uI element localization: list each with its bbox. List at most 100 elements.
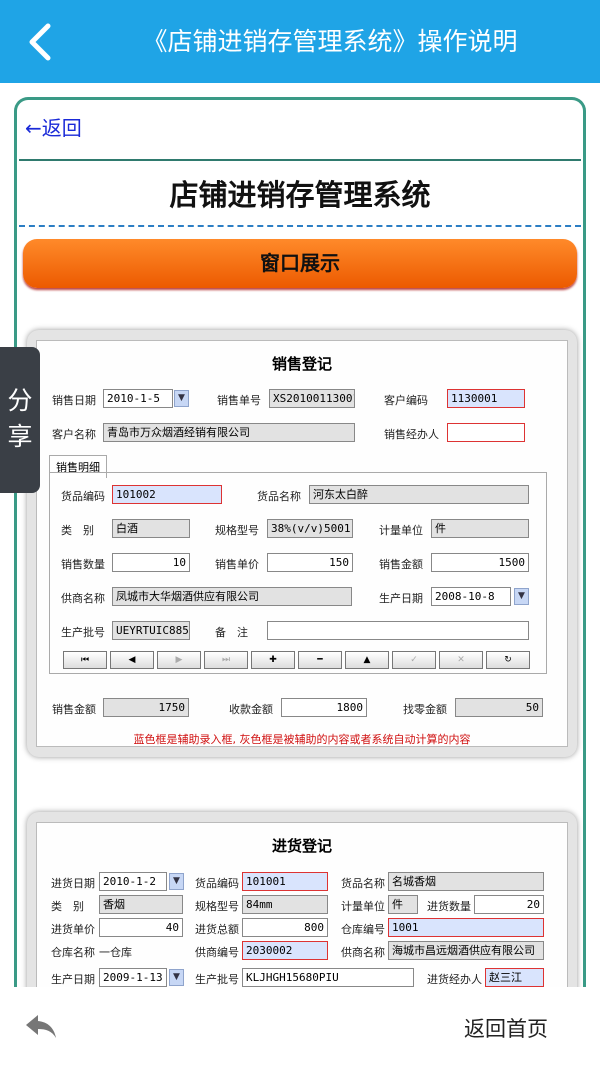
amount-field[interactable]: 1500 bbox=[431, 553, 529, 572]
goods-name-field[interactable]: 河东太白醉 bbox=[309, 485, 529, 504]
unit-field[interactable]: 件 bbox=[388, 895, 418, 914]
save-record-button[interactable]: ✓ bbox=[392, 651, 436, 669]
sales-order-field[interactable]: XS20100113001 bbox=[269, 389, 355, 408]
label: 仓库编号 bbox=[341, 923, 385, 936]
supplier-name-field[interactable]: 凤城市大华烟酒供应有限公司 bbox=[112, 587, 352, 606]
quantity-field[interactable]: 20 bbox=[474, 895, 544, 914]
quantity-field[interactable]: 10 bbox=[112, 553, 190, 572]
window-display-button[interactable]: 窗口展示 bbox=[23, 239, 577, 288]
label: 供商名称 bbox=[61, 592, 105, 605]
first-record-button[interactable]: ⏮ bbox=[63, 651, 107, 669]
label: 销售日期 bbox=[52, 394, 96, 407]
last-record-button[interactable]: ⏭ bbox=[204, 651, 248, 669]
spec-field[interactable]: 38%(v/v)5001 bbox=[267, 519, 353, 538]
label: 仓库名称 bbox=[51, 946, 95, 959]
chevron-down-icon[interactable]: ▼ bbox=[514, 588, 529, 605]
refresh-button[interactable]: ↻ bbox=[486, 651, 530, 669]
label: 生产日期 bbox=[379, 592, 423, 605]
unit-price-field[interactable]: 150 bbox=[267, 553, 353, 572]
add-record-button[interactable]: ✚ bbox=[251, 651, 295, 669]
note-text: 蓝色框是辅助录入框, 灰色框是被辅助的内容或者系统自动计算的内容 bbox=[133, 733, 471, 746]
label: 类 别 bbox=[61, 524, 94, 537]
divider bbox=[19, 159, 581, 161]
label: 销售金额 bbox=[52, 703, 96, 716]
bottom-bar: 返回首页 bbox=[0, 987, 600, 1067]
category-field[interactable]: 白酒 bbox=[112, 519, 190, 538]
label: 规格型号 bbox=[215, 524, 259, 537]
label: 进货单价 bbox=[51, 923, 95, 936]
label: 销售单价 bbox=[215, 558, 259, 571]
sales-window-title: 销售登记 bbox=[271, 355, 332, 373]
sales-window: 销售登记 销售日期 2010-1-5 ▼ 销售单号 XS20100113001 … bbox=[36, 340, 568, 747]
chevron-down-icon[interactable]: ▼ bbox=[169, 873, 184, 890]
edit-record-button[interactable]: ▲ bbox=[345, 651, 389, 669]
sales-agent-field[interactable] bbox=[447, 423, 525, 442]
label: 进货数量 bbox=[427, 900, 471, 913]
label: 进货日期 bbox=[51, 877, 95, 890]
purchase-agent-field[interactable]: 赵三江 bbox=[485, 968, 544, 987]
supplier-code-field[interactable]: 2030002 bbox=[242, 941, 328, 960]
label: 货品名称 bbox=[341, 877, 385, 890]
dashed-divider bbox=[19, 225, 581, 227]
goods-code-field[interactable]: 101002 bbox=[112, 485, 222, 504]
production-date-field[interactable]: 2008-10-8 bbox=[431, 587, 511, 606]
goods-name-field[interactable]: 名城香烟 bbox=[388, 872, 544, 891]
total-field[interactable]: 800 bbox=[242, 918, 328, 937]
next-record-button[interactable]: ▶ bbox=[157, 651, 201, 669]
prev-record-button[interactable]: ◀ bbox=[110, 651, 154, 669]
warehouse-code-field[interactable]: 1001 bbox=[388, 918, 544, 937]
reply-arrow-icon[interactable] bbox=[24, 1011, 58, 1041]
back-link[interactable]: ←返回 bbox=[25, 112, 82, 141]
page-title: 店铺进销存管理系统 bbox=[169, 178, 431, 212]
label: 供商编号 bbox=[195, 946, 239, 959]
label: 销售经办人 bbox=[384, 428, 439, 441]
label: 货品编码 bbox=[195, 877, 239, 890]
spec-field[interactable]: 84mm bbox=[242, 895, 328, 914]
page-header-title: 《店铺进销存管理系统》操作说明 bbox=[142, 27, 518, 56]
batch-field[interactable]: KLJHGH15680PIU bbox=[242, 968, 414, 987]
total-amount-field[interactable]: 1750 bbox=[103, 698, 189, 717]
chevron-down-icon[interactable]: ▼ bbox=[174, 390, 189, 407]
label: 收款金额 bbox=[229, 703, 273, 716]
sales-window-image: 销售登记 销售日期 2010-1-5 ▼ 销售单号 XS20100113001 … bbox=[27, 330, 577, 757]
goods-code-field[interactable]: 101001 bbox=[242, 872, 328, 891]
label: 客户名称 bbox=[52, 428, 96, 441]
delete-record-button[interactable]: ━ bbox=[298, 651, 342, 669]
category-field[interactable]: 香烟 bbox=[99, 895, 183, 914]
batch-field[interactable]: UEYRTUIC8855 bbox=[112, 621, 190, 640]
unit-price-field[interactable]: 40 bbox=[99, 918, 183, 937]
label: 生产批号 bbox=[61, 626, 105, 639]
chevron-down-icon[interactable]: ▼ bbox=[169, 969, 184, 986]
content-card: ←返回 店铺进销存管理系统 窗口展示 销售登记 销售日期 2010-1-5 ▼ … bbox=[14, 97, 586, 1017]
customer-code-field[interactable]: 1130001 bbox=[447, 389, 525, 408]
purchase-date-field[interactable]: 2010-1-2 bbox=[99, 872, 167, 891]
sales-date-field[interactable]: 2010-1-5 bbox=[103, 389, 173, 408]
supplier-name-field[interactable]: 海城市昌远烟酒供应有限公司 bbox=[388, 941, 544, 960]
label: 客户编码 bbox=[384, 394, 428, 407]
label: 生产批号 bbox=[195, 973, 239, 986]
change-amount-field[interactable]: 50 bbox=[455, 698, 543, 717]
label: 计量单位 bbox=[341, 900, 385, 913]
remark-field[interactable] bbox=[267, 621, 529, 640]
share-tab[interactable]: 分享 bbox=[0, 347, 40, 493]
top-bar: 《店铺进销存管理系统》操作说明 bbox=[0, 0, 600, 83]
back-icon[interactable] bbox=[26, 22, 56, 62]
label: 规格型号 bbox=[195, 900, 239, 913]
label: 货品名称 bbox=[257, 490, 301, 503]
home-link[interactable]: 返回首页 bbox=[464, 1013, 548, 1043]
customer-name-field[interactable]: 青岛市万众烟酒经销有限公司 bbox=[103, 423, 355, 442]
label: 进货经办人 bbox=[427, 973, 482, 986]
label: 销售金额 bbox=[379, 558, 423, 571]
label: 供商名称 bbox=[341, 946, 385, 959]
label: 货品编码 bbox=[61, 490, 105, 503]
unit-field[interactable]: 件 bbox=[431, 519, 529, 538]
label: 计量单位 bbox=[379, 524, 423, 537]
production-date-field[interactable]: 2009-1-13 bbox=[99, 968, 167, 987]
label: 生产日期 bbox=[51, 973, 95, 986]
warehouse-name-value: 一仓库 bbox=[99, 946, 132, 959]
label: 销售单号 bbox=[217, 394, 261, 407]
label: 类 别 bbox=[51, 900, 84, 913]
purchase-window-title: 进货登记 bbox=[271, 837, 332, 855]
cancel-record-button[interactable]: ✕ bbox=[439, 651, 483, 669]
received-amount-field[interactable]: 1800 bbox=[281, 698, 367, 717]
